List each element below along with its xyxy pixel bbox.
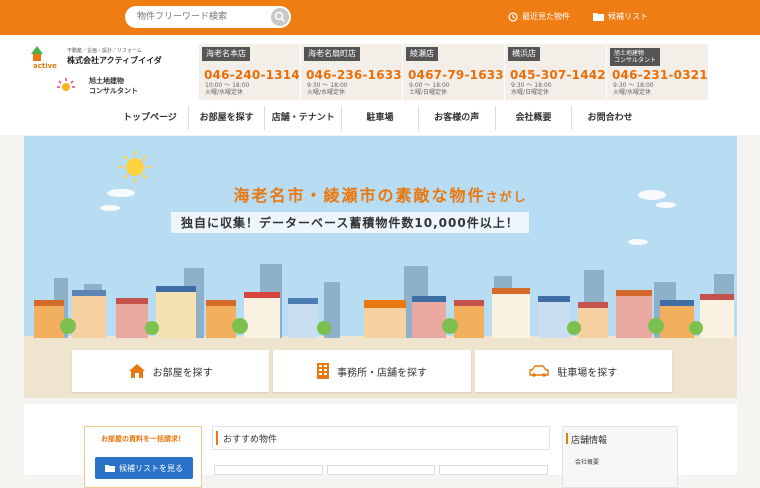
nav-rooms[interactable]: お部屋を探す <box>189 106 266 130</box>
store-tel[interactable]: 046-240-1314 <box>204 68 300 82</box>
store-ebina-main[interactable]: 海老名本店 046-240-1314 10:00 〜 18:00 火曜/水曜定休 <box>198 44 300 100</box>
search-input[interactable] <box>137 9 257 25</box>
recommended-header: おすすめ物件 <box>212 426 550 450</box>
store-name: 旭土地建物 コンサルタント <box>610 48 661 66</box>
store-hours: 10:00 〜 18:00 火曜/水曜定休 <box>205 82 250 96</box>
category-label: お部屋を探す <box>152 367 213 379</box>
property-card[interactable] <box>439 465 549 475</box>
iida-logo-mark: active <box>31 46 57 70</box>
car-icon <box>529 365 550 377</box>
store-tel[interactable]: 045-307-1442 <box>510 68 606 82</box>
property-card[interactable] <box>214 465 323 475</box>
nav-voices[interactable]: お客様の声 <box>419 106 496 130</box>
recent-link[interactable]: 最近見た物件 <box>508 11 570 22</box>
nav-parking[interactable]: 駐車場 <box>342 106 419 130</box>
consult-name-1: 旭土地建物 <box>89 77 124 85</box>
store-yokohama[interactable]: 横浜店 045-307-1442 9:30 〜 18:00 水曜/日曜定休 <box>504 44 606 100</box>
shop-info-title: 店舗情報 <box>565 433 607 446</box>
company-logo[interactable]: active 不動産／企画・設計／リフォーム 株式会社アクティブイイダ 旭土地建… <box>31 44 181 99</box>
store-tel[interactable]: 0467-79-1633 <box>408 68 504 82</box>
recommended-title: おすすめ物件 <box>223 435 278 445</box>
main-nav: トップページ お部屋を探す 店舗・テナント 駐車場 お客様の声 会社概要 お問合… <box>112 106 648 130</box>
store-tel[interactable]: 046-231-0321 <box>612 68 708 82</box>
shop-info-company-link[interactable]: 会社概要 <box>575 457 599 466</box>
search-icon <box>274 11 286 23</box>
sun-icon <box>119 151 151 183</box>
house-icon <box>128 364 145 378</box>
search-parking-button[interactable]: 駐車場を探す <box>474 350 672 392</box>
nav-top[interactable]: トップページ <box>112 106 189 130</box>
store-name: 海老名扇町店 <box>304 47 360 61</box>
nav-company[interactable]: 会社概要 <box>496 106 573 130</box>
nav-shops[interactable]: 店舗・テナント <box>265 106 343 130</box>
store-ayase[interactable]: 綾瀬店 0467-79-1633 9:00 〜 18:00 土曜/日曜定休 <box>402 44 504 100</box>
store-tel[interactable]: 046-236-1633 <box>306 68 402 82</box>
favorites-label: 候補リスト <box>608 12 648 21</box>
store-hours: 9:00 〜 18:00 土曜/日曜定休 <box>409 82 450 96</box>
store-hours: 9:30 〜 18:00 水曜/日曜定休 <box>511 82 552 96</box>
hero-subtitle: 独自に収集！データーベース蓄積物件数10,000件以上！ <box>171 212 529 233</box>
top-bar: 最近見た物件 候補リスト <box>0 0 760 35</box>
company-name: 株式会社アクティブイイダ <box>67 56 162 65</box>
store-name: 綾瀬店 <box>406 47 438 61</box>
view-candidate-list-button[interactable]: 候補リストを見る <box>95 457 193 479</box>
recommended-cards <box>214 465 549 475</box>
consult-logo-mark <box>57 78 75 91</box>
recent-label: 最近見た物件 <box>522 12 570 21</box>
store-hours: 9:30 〜 18:00 火曜/水曜定休 <box>613 82 654 96</box>
category-buttons: お部屋を探す 事務所・店舗を探す 駐車場を探す <box>72 350 672 392</box>
folder-icon <box>105 465 115 472</box>
nav-contact[interactable]: お問合わせ <box>572 106 648 130</box>
folder-icon <box>593 13 604 21</box>
search-button[interactable] <box>271 8 289 26</box>
favorites-link[interactable]: 候補リスト <box>593 11 648 22</box>
clock-icon <box>508 11 518 22</box>
store-ebina-ogimachi[interactable]: 海老名扇町店 046-236-1633 9:30 〜 18:00 火曜/水曜定休 <box>300 44 402 100</box>
company-tagline: 不動産／企画・設計／リフォーム <box>67 48 142 54</box>
hero-title-main: 海老名市・綾瀬市の素敵な物件 <box>233 186 486 205</box>
hero-title: 海老名市・綾瀬市の素敵な物件さがし <box>24 182 737 206</box>
store-hours: 9:30 〜 18:00 火曜/水曜定休 <box>307 82 348 96</box>
category-label: 駐車場を探す <box>557 367 618 379</box>
shop-info-box: 店舗情報 会社概要 <box>562 426 678 488</box>
store-asahi-consult[interactable]: 旭土地建物 コンサルタント 046-231-0321 9:30 〜 18:00 … <box>606 44 708 100</box>
store-name: 海老名本店 <box>202 47 250 61</box>
property-card[interactable] <box>326 465 436 475</box>
search-rooms-button[interactable]: お部屋を探す <box>72 350 270 392</box>
building-icon <box>316 363 329 379</box>
request-button-label: 候補リストを見る <box>119 463 183 473</box>
store-list: 海老名本店 046-240-1314 10:00 〜 18:00 火曜/水曜定休… <box>198 44 708 100</box>
search-box <box>125 6 291 28</box>
request-box: お部屋の資料を一括請求！ 候補リストを見る <box>84 426 202 488</box>
category-label: 事務所・店舗を探す <box>336 367 427 379</box>
svg-text:active: active <box>33 62 57 70</box>
hero-title-suffix: さがし <box>485 190 528 204</box>
search-offices-button[interactable]: 事務所・店舗を探す <box>273 350 471 392</box>
store-name: 横浜店 <box>508 47 540 61</box>
consult-name-2: コンサルタント <box>89 87 138 95</box>
request-title: お部屋の資料を一括請求！ <box>101 435 185 443</box>
